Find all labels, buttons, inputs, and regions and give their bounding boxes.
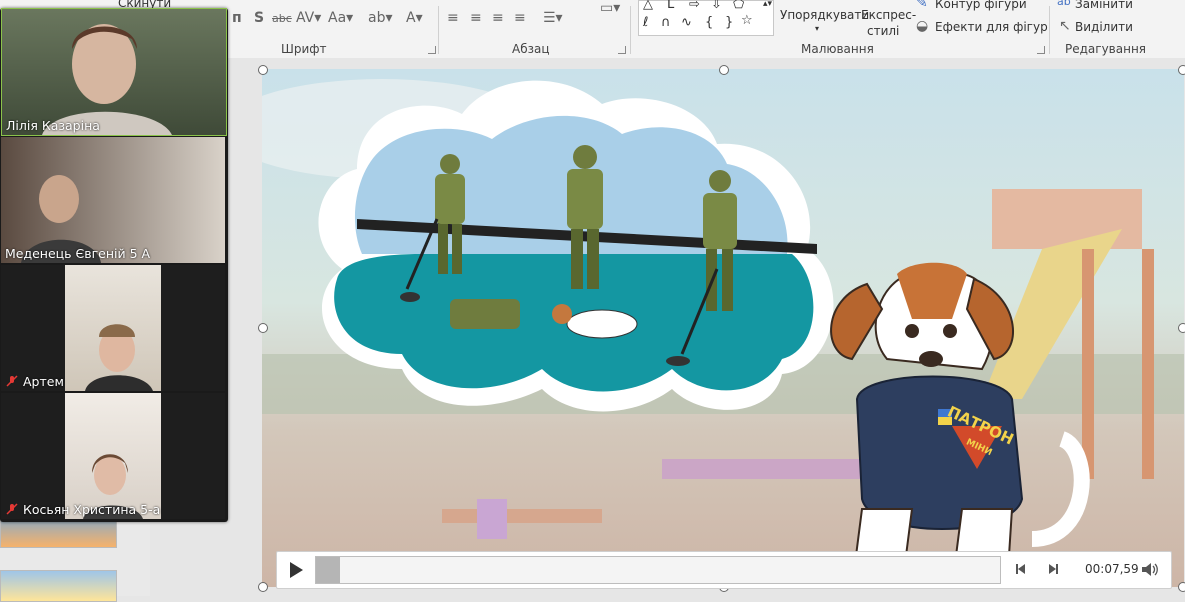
resize-handle[interactable] [719,65,729,75]
font-group-label: Шрифт [281,42,327,56]
progress-fill [316,557,340,583]
seesaw-seat [477,499,507,539]
chevron-down-icon: ▾ [815,24,820,33]
quick-styles-button-line2[interactable]: стилі [867,24,899,38]
participant-silhouette [83,454,143,519]
drawing-group-label: Малювання [801,42,874,56]
participant-video [65,265,161,391]
resize-handle[interactable] [258,582,268,592]
seesaw [442,509,602,523]
quick-styles-button[interactable]: Експрес- [861,8,916,22]
replace-icon[interactable]: ab [1057,0,1071,8]
step-back-icon[interactable] [1015,563,1029,575]
editing-group-label: Редагування [1065,42,1147,56]
divider [630,6,631,54]
star-shape-icon[interactable]: ☆ [741,13,753,28]
divider [438,6,439,54]
columns-icon[interactable]: ☰▾ [543,10,563,26]
media-player: 00:07,59 [276,551,1172,589]
participant-name: Лілія Казаріна [6,118,100,133]
resize-handle[interactable] [1178,323,1185,333]
shape-effects-button[interactable]: Ефекти для фігур [935,20,1048,34]
paragraph-group-label: Абзац [512,42,550,56]
underline-icon[interactable]: п [232,10,242,26]
select-button[interactable]: Виділити [1075,20,1133,34]
participant-name: Артем [23,374,64,389]
participant-video [1,137,225,263]
playback-time: 00:07,59 [1085,562,1139,576]
participant-tile[interactable]: Артем [1,265,225,391]
curve-icon[interactable]: ℓ [643,15,648,30]
drawing-dialog-launcher[interactable] [1037,46,1045,54]
pentagon-shape-icon[interactable]: ⬠ [733,0,744,12]
arrange-button[interactable]: Упорядкувати [780,8,869,22]
align-right-icon[interactable]: ≡ [492,10,504,26]
arc-icon[interactable]: ∩ [661,15,671,30]
character-spacing-icon[interactable]: AV▾ [296,10,321,26]
ladder-pole [1142,249,1154,479]
participant-silhouette [85,324,153,391]
participant-name: Меденець Євгеній 5 А [5,246,151,261]
detector-head [666,356,690,366]
video-gallery-panel: Лілія Казаріна Меденець Євгеній 5 А Арте… [0,8,228,522]
divider [1049,6,1050,54]
ladder-pole [1082,249,1094,479]
participant-silhouette [42,24,172,135]
resize-handle[interactable] [258,323,268,333]
mic-muted-icon [6,375,18,387]
playground-house [992,189,1142,249]
play-icon[interactable] [285,560,307,580]
triangle-shape-icon[interactable]: △ [643,0,653,12]
shape-effects-icon[interactable]: ◒ [916,18,928,34]
arrow-shape-icon[interactable]: ⇨ [689,0,700,12]
slide-thumbnail[interactable] [0,570,117,602]
mic-muted-icon [6,503,18,515]
shape-outline-icon[interactable]: ✎ [916,0,928,11]
gallery-scroll-icon[interactable]: ▴▾ [763,0,772,9]
slide-video[interactable]: ПАТРОН МІНИ [262,69,1184,587]
participant-name: Косьян Христина 5-а [23,502,161,517]
elbow-connector-icon[interactable]: L [667,0,674,12]
strikethrough-icon[interactable]: abc [272,12,292,25]
participant-silhouette [21,175,101,263]
participant-video [65,393,161,519]
volume-icon[interactable] [1141,562,1159,577]
slide-illustration: ПАТРОН МІНИ [262,79,1184,587]
participant-video [2,9,226,135]
font-dialog-launcher[interactable] [428,46,436,54]
paragraph-dialog-launcher[interactable] [618,46,626,54]
progress-bar[interactable] [315,556,1001,584]
highlight-icon[interactable]: ab▾ [368,10,393,26]
participant-tile[interactable]: Косьян Христина 5-а [1,393,225,519]
select-cursor-icon[interactable]: ↖ [1059,18,1071,34]
shapes-gallery[interactable]: △ L ⇨ ⇩ ⬠ ℓ ∩ ∿ { } ☆ ▴▾ [638,0,774,36]
participant-tile[interactable]: Лілія Казаріна [1,8,227,136]
align-center-icon[interactable]: ≡ [470,10,482,26]
freeform-icon[interactable]: ∿ [681,15,692,30]
resize-handle[interactable] [258,65,268,75]
brace-right-icon[interactable]: } [725,15,733,30]
shape-outline-button[interactable]: Контур фігури [935,0,1027,11]
detector-head [400,292,420,302]
demining-robot [450,299,520,329]
change-case-icon[interactable]: Aa▾ [328,10,353,26]
align-left-icon[interactable]: ≡ [447,10,459,26]
sandbox [662,459,862,479]
down-arrow-shape-icon[interactable]: ⇩ [711,0,722,12]
font-color-icon[interactable]: A▾ [406,10,423,26]
participant-tile[interactable]: Меденець Євгеній 5 А [1,137,225,263]
justify-icon[interactable]: ≡ [514,10,526,26]
brace-left-icon[interactable]: { [705,15,713,30]
step-forward-icon[interactable] [1045,563,1059,575]
smartart-icon[interactable]: ▭▾ [600,0,620,16]
replace-button[interactable]: Замінити [1075,0,1133,11]
shadow-icon[interactable]: S [254,10,264,26]
resize-handle[interactable] [1178,65,1185,75]
resize-handle[interactable] [1178,582,1185,592]
